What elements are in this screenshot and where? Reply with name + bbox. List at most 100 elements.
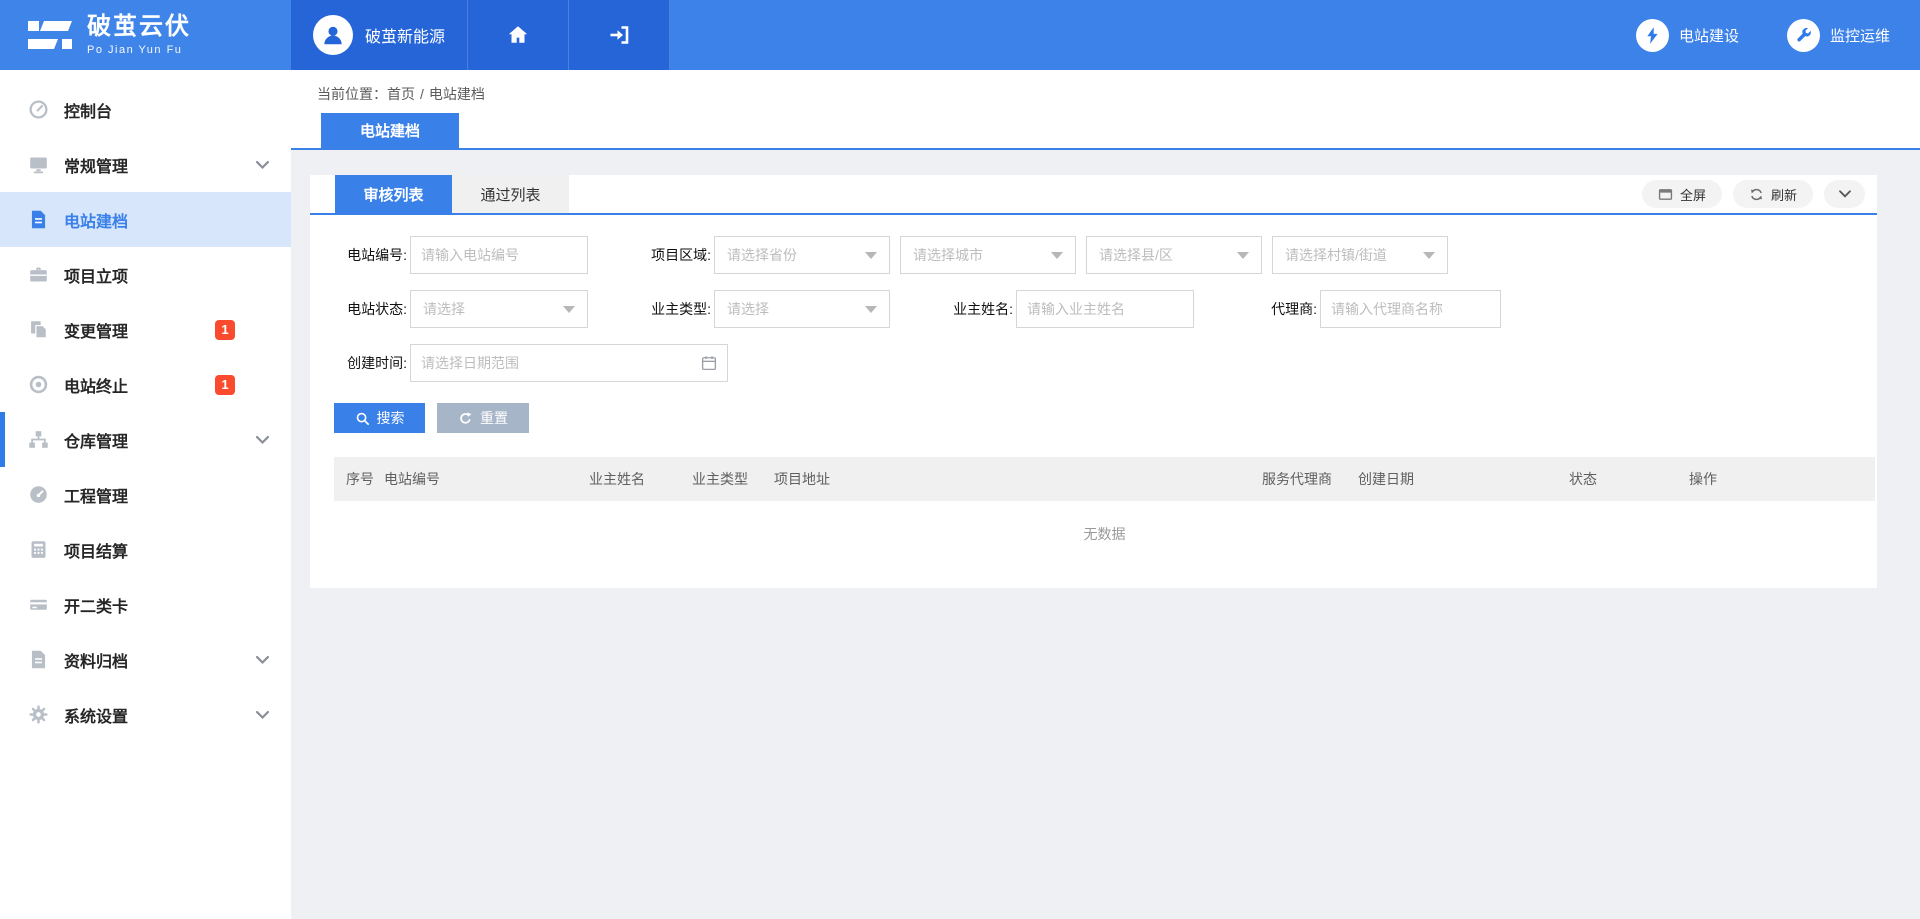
sidebar-item-gear[interactable]: 系统设置 xyxy=(0,687,291,742)
page-tab[interactable]: 电站建档 xyxy=(321,113,459,148)
topbar: 破茧云伏 Po Jian Yun Fu 破茧新能源 xyxy=(0,0,1920,70)
empty-state: 无数据 xyxy=(334,501,1875,586)
caret-down-icon xyxy=(865,252,877,259)
chevron-down-icon xyxy=(1839,190,1851,198)
user-name: 破茧新能源 xyxy=(365,23,445,47)
document-icon xyxy=(27,209,49,231)
sidebar-item-dashboard[interactable]: 控制台 xyxy=(0,82,291,137)
region-city-select[interactable]: 请选择城市 xyxy=(900,236,1076,274)
user-menu[interactable]: 破茧新能源 xyxy=(291,0,468,70)
region-province-select[interactable]: 请选择省份 xyxy=(714,236,890,274)
sidebar-item-copy[interactable]: 变更管理1 xyxy=(0,302,291,357)
sidebar-item-card[interactable]: 开二类卡 xyxy=(0,577,291,632)
table-column-header: 服务代理商 xyxy=(1262,469,1358,489)
owner-name-label: 业主姓名: xyxy=(940,299,1013,319)
panel-card: 审核列表 通过列表 全屏 xyxy=(310,175,1877,588)
sidebar-item-record[interactable]: 电站终止1 xyxy=(0,357,291,412)
chevron-down-icon xyxy=(256,710,269,719)
refresh-button[interactable]: 刷新 xyxy=(1733,180,1813,208)
results-table: 序号电站编号业主姓名业主类型项目地址服务代理商创建日期状态操作 无数据 xyxy=(334,457,1875,586)
caret-down-icon xyxy=(1423,252,1435,259)
gauge-icon xyxy=(27,484,49,506)
sidebar-item-briefcase[interactable]: 项目立项 xyxy=(0,247,291,302)
region-selects: 请选择省份 请选择城市 请选择县/区 请选择村镇/街道 xyxy=(714,236,1448,274)
topbar-item-bolt[interactable]: 电站建设 xyxy=(1636,19,1739,52)
refresh-label: 刷新 xyxy=(1771,185,1797,204)
breadcrumb-home-link[interactable]: 首页 xyxy=(387,86,415,102)
breadcrumb-strip: 当前位置：首页/电站建档 电站建档 xyxy=(291,70,1920,150)
sidebar-item-sitemap[interactable]: 仓库管理 xyxy=(0,412,291,467)
sidebar-item-label: 项目立项 xyxy=(64,263,128,287)
brand-title: 破茧云伏 xyxy=(87,14,191,40)
monitor-icon xyxy=(27,154,49,176)
table-column-header: 创建日期 xyxy=(1358,469,1569,489)
fullscreen-button[interactable]: 全屏 xyxy=(1642,180,1722,208)
sidebar-item-label: 仓库管理 xyxy=(64,428,128,452)
owner-name-input[interactable] xyxy=(1016,290,1194,328)
filter-row-3: 创建时间: xyxy=(334,344,1877,382)
brand-logo-icon xyxy=(26,14,74,56)
sidebar-item-monitor[interactable]: 常规管理 xyxy=(0,137,291,192)
calendar-icon xyxy=(700,354,718,372)
card-icon xyxy=(27,594,49,616)
owner-type-select[interactable]: 请选择 xyxy=(714,290,890,328)
logout-icon xyxy=(607,23,631,47)
region-town-select[interactable]: 请选择村镇/街道 xyxy=(1272,236,1448,274)
sidebar-item-gauge[interactable]: 工程管理 xyxy=(0,467,291,522)
table-column-header: 操作 xyxy=(1689,469,1875,489)
search-label: 搜索 xyxy=(377,408,405,428)
work-area: 审核列表 通过列表 全屏 xyxy=(291,150,1920,613)
caret-down-icon xyxy=(563,306,575,313)
tab-audit-list[interactable]: 审核列表 xyxy=(335,175,452,213)
chevron-down-icon xyxy=(256,160,269,169)
station-no-label: 电站编号: xyxy=(334,245,407,265)
station-no-input[interactable] xyxy=(410,236,588,274)
home-button[interactable] xyxy=(468,0,569,70)
agent-label: 代理商: xyxy=(1244,299,1317,319)
date-range-input[interactable] xyxy=(410,344,728,382)
briefcase-icon xyxy=(27,264,49,286)
tab-passed-list[interactable]: 通过列表 xyxy=(452,175,569,213)
topbar-item-wrench[interactable]: 监控运维 xyxy=(1787,19,1890,52)
sidebar-item-document[interactable]: 电站建档 xyxy=(0,192,291,247)
filter-row-2: 电站状态: 请选择 业主类型: 请选择 业主姓名: 代理商: xyxy=(334,290,1877,328)
agent-input[interactable] xyxy=(1320,290,1501,328)
gear-icon xyxy=(27,704,49,726)
sidebar-item-label: 电站建档 xyxy=(64,208,128,232)
station-status-select[interactable]: 请选择 xyxy=(410,290,588,328)
reset-button[interactable]: 重置 xyxy=(437,403,529,433)
sidebar-item-archive[interactable]: 资料归档 xyxy=(0,632,291,687)
table-column-header: 业主类型 xyxy=(692,469,774,489)
search-icon xyxy=(355,411,370,426)
panel-tabstrip: 审核列表 通过列表 全屏 xyxy=(310,175,1877,215)
user-icon xyxy=(320,22,346,48)
select-placeholder: 请选择村镇/街道 xyxy=(1285,245,1387,265)
wrench-icon xyxy=(1787,19,1820,52)
topbar-right: 电站建设 监控运维 xyxy=(1636,0,1920,70)
region-district-select[interactable]: 请选择县/区 xyxy=(1086,236,1262,274)
home-icon xyxy=(506,23,530,47)
search-button[interactable]: 搜索 xyxy=(334,403,425,433)
sidebar: 控制台常规管理电站建档项目立项变更管理1电站终止1 仓库管理工程管理项目结算开二类… xyxy=(0,70,291,919)
caret-down-icon xyxy=(865,306,877,313)
brand: 破茧云伏 Po Jian Yun Fu xyxy=(0,0,291,70)
archive-icon xyxy=(27,649,49,671)
record-icon xyxy=(27,374,49,396)
calculator-icon xyxy=(27,539,49,561)
sidebar-item-label: 控制台 xyxy=(64,98,112,122)
logout-button[interactable] xyxy=(569,0,670,70)
copy-icon xyxy=(27,319,49,341)
topbar-user-section: 破茧新能源 xyxy=(291,0,670,70)
sidebar-item-calculator[interactable]: 项目结算 xyxy=(0,522,291,577)
select-placeholder: 请选择城市 xyxy=(913,245,983,265)
date-range-wrap xyxy=(410,344,728,382)
table-header-row: 序号电站编号业主姓名业主类型项目地址服务代理商创建日期状态操作 xyxy=(334,457,1875,501)
sidebar-item-label: 开二类卡 xyxy=(64,593,128,617)
collapse-button[interactable] xyxy=(1824,180,1865,208)
fullscreen-label: 全屏 xyxy=(1680,185,1706,204)
region-label: 项目区域: xyxy=(638,245,711,265)
reset-icon xyxy=(458,411,473,426)
chevron-down-icon xyxy=(256,655,269,664)
breadcrumb-current: 电站建档 xyxy=(429,86,485,102)
table-column-header: 电站编号 xyxy=(384,469,589,489)
